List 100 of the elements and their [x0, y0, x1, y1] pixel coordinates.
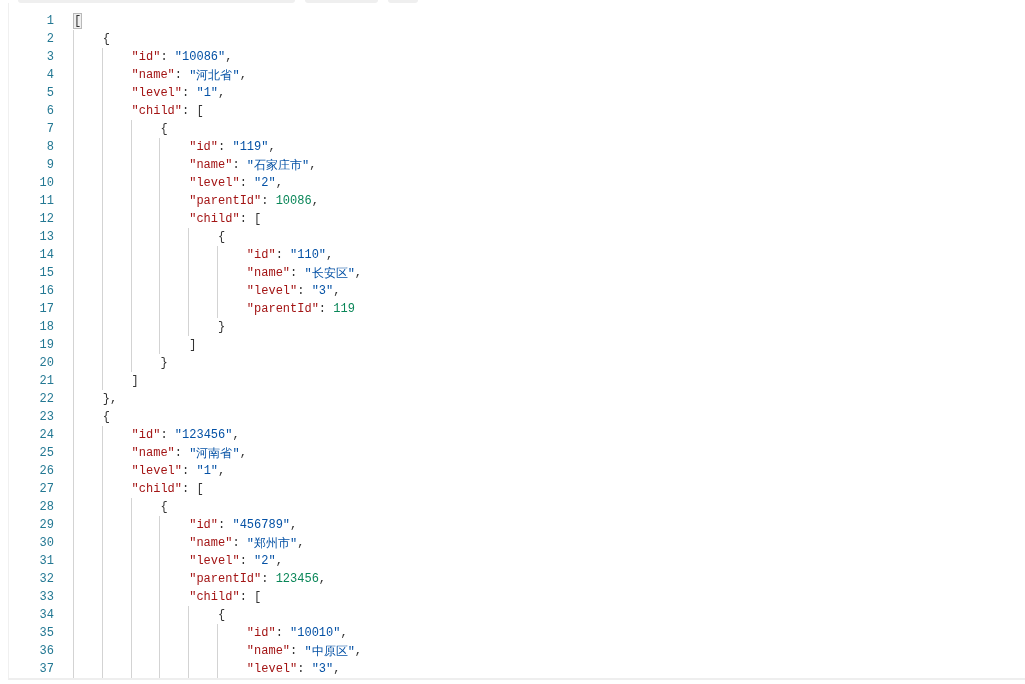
json-string: "1"	[196, 86, 219, 100]
json-string: "石家庄市"	[246, 157, 310, 174]
bracket: ]	[131, 374, 139, 388]
line-number: 18	[38, 320, 54, 334]
line-number: 7	[45, 122, 54, 136]
punctuation: ,	[340, 626, 348, 640]
json-key: "child"	[131, 104, 183, 118]
bracket: {	[102, 32, 110, 46]
punctuation: ,	[326, 248, 334, 262]
json-key: "level"	[131, 86, 183, 100]
punctuation: ,	[239, 68, 247, 82]
json-key: "level"	[189, 554, 240, 568]
line-number: 29	[38, 518, 54, 532]
json-string: "10086"	[174, 50, 226, 64]
punctuation: :	[297, 284, 306, 298]
punctuation: :	[290, 644, 299, 658]
json-string: "3"	[311, 662, 334, 676]
bracket: {	[160, 122, 168, 136]
bracket: }	[160, 356, 168, 370]
punctuation: ,	[218, 86, 226, 100]
punctuation: ,	[297, 536, 305, 550]
json-key: "id"	[246, 248, 276, 262]
json-key: "child"	[131, 482, 183, 496]
bracket: {	[160, 500, 168, 514]
bracket: {	[102, 410, 110, 424]
line-number: 8	[45, 140, 54, 154]
json-key: "id"	[246, 626, 276, 640]
bracket: ]	[189, 338, 197, 352]
line-number: 36	[38, 644, 54, 658]
line-number: 22	[38, 392, 54, 406]
punctuation: :	[318, 302, 328, 316]
punctuation: :	[261, 194, 270, 208]
json-string: "1"	[196, 464, 219, 478]
punctuation: :	[290, 266, 299, 280]
json-key: "name"	[189, 158, 233, 172]
json-key: "id"	[189, 140, 219, 154]
punctuation: ,	[218, 464, 226, 478]
json-string: "123456"	[174, 428, 233, 442]
line-number: 3	[45, 50, 54, 64]
punctuation: ,	[333, 662, 341, 676]
punctuation: :	[239, 590, 248, 604]
line-number: 16	[38, 284, 54, 298]
json-key: "level"	[189, 176, 240, 190]
line-number: 27	[38, 482, 54, 496]
punctuation: :	[239, 176, 248, 190]
punctuation: :	[275, 626, 284, 640]
punctuation: ,	[275, 554, 283, 568]
json-key: "level"	[246, 662, 298, 676]
punctuation: ,	[309, 158, 317, 172]
punctuation: :	[261, 572, 270, 586]
json-number: 10086	[275, 194, 312, 208]
line-number: 12	[38, 212, 54, 226]
json-string: "2"	[254, 176, 276, 190]
punctuation: :	[218, 140, 227, 154]
punctuation: ,	[354, 266, 363, 280]
punctuation: ,	[318, 572, 327, 586]
line-number: 2	[45, 32, 54, 46]
punctuation: ,	[290, 518, 298, 532]
line-number: 33	[38, 590, 54, 604]
punctuation: ,	[275, 176, 283, 190]
punctuation: ,	[268, 140, 276, 154]
punctuation: :	[160, 428, 169, 442]
line-number: 10	[38, 176, 54, 190]
punctuation: ,	[239, 446, 247, 460]
json-key: "id"	[131, 50, 161, 64]
punctuation: :	[297, 662, 306, 676]
bracket: {	[218, 608, 226, 622]
line-number: 11	[38, 194, 54, 208]
punctuation: ,	[311, 194, 319, 208]
punctuation: :	[182, 104, 191, 118]
punctuation: :	[160, 50, 169, 64]
bracket: [	[74, 14, 82, 28]
line-number: 5	[45, 86, 54, 100]
bracket: [	[196, 104, 204, 118]
line-number: 24	[38, 428, 54, 442]
line-number: 20	[38, 356, 54, 370]
json-string: "110"	[290, 248, 327, 262]
line-number: 30	[38, 536, 54, 550]
punctuation: ,	[333, 284, 341, 298]
punctuation: :	[232, 158, 241, 172]
json-key: "name"	[189, 536, 233, 550]
line-number: 25	[38, 446, 54, 460]
json-string: "长安区"	[304, 265, 355, 282]
line-number: 6	[45, 104, 54, 118]
json-key: "parentId"	[189, 572, 262, 586]
json-key: "child"	[189, 212, 240, 226]
punctuation: ,	[110, 392, 118, 406]
punctuation: :	[275, 248, 284, 262]
json-key: "id"	[131, 428, 161, 442]
json-key: "name"	[246, 266, 291, 280]
line-number: 21	[38, 374, 54, 388]
json-key: "name"	[131, 68, 175, 82]
json-string: "郑州市"	[246, 535, 298, 552]
punctuation: :	[232, 536, 241, 550]
punctuation: :	[182, 86, 191, 100]
json-key: "child"	[189, 590, 240, 604]
line-number: 4	[45, 68, 54, 82]
punctuation: :	[174, 68, 184, 82]
json-number: 119	[333, 302, 355, 316]
punctuation: :	[182, 482, 191, 496]
